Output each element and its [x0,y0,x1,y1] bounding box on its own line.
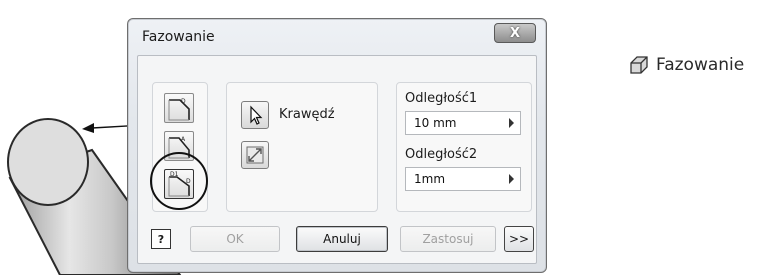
flip-direction-button[interactable] [241,141,269,169]
highlight-circle [150,152,208,210]
close-button[interactable]: X [494,23,536,43]
method-distance-button[interactable]: D [164,93,194,123]
distances-group: Odległość1 10 mm Odległość2 1mm [396,82,532,212]
ok-button[interactable]: OK [190,226,280,252]
distance2-label: Odległość2 [405,147,478,162]
svg-text:A: A [181,136,186,143]
distance1-value: 10 mm [414,116,457,130]
chamfer-distance-icon: D [168,98,190,121]
edge-select-button[interactable] [241,101,269,129]
chamfer-command-label: Fazowanie [656,55,745,75]
distance2-value: 1mm [414,172,446,186]
cursor-arrow-icon [250,105,263,125]
dialog-titlebar[interactable]: Fazowanie X [128,19,546,55]
svg-text:D: D [181,98,186,105]
chamfer-dialog: Fazowanie X D A D1 D Krawędź Odległość1 … [127,18,547,273]
distance2-menu-arrow-icon[interactable] [509,174,514,184]
more-button[interactable]: >> [504,226,534,252]
help-button[interactable]: ? [151,229,171,249]
distance1-label: Odległość1 [405,91,478,106]
distance2-field[interactable]: 1mm [405,167,521,191]
cancel-button[interactable]: Anuluj [296,226,388,252]
help-icon: ? [157,232,165,246]
apply-button[interactable]: Zastosuj [400,226,496,252]
chamfer-command[interactable]: Fazowanie [628,54,744,76]
flip-direction-icon [246,146,264,164]
chamfer-icon [630,56,648,74]
scene: Fazowanie X D A D1 D Krawędź Odległość1 … [0,0,780,275]
edge-selection-group: Krawędź [226,82,378,212]
distance1-menu-arrow-icon[interactable] [509,118,514,128]
dialog-title: Fazowanie [142,29,215,45]
distance1-field[interactable]: 10 mm [405,111,521,135]
close-icon: X [509,25,521,41]
edge-label: Krawędź [279,107,335,122]
